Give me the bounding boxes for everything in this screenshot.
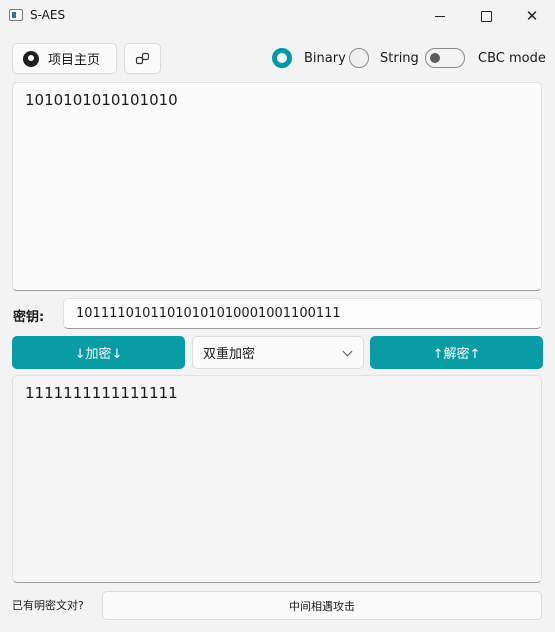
encrypt-button[interactable]: ↓加密↓ — [12, 336, 185, 369]
maximize-button[interactable] — [463, 0, 509, 32]
title-bar: S-AES ✕ — [0, 0, 555, 32]
cbc-mode-toggle[interactable] — [425, 48, 465, 68]
project-home-button[interactable]: 项目主页 — [12, 43, 117, 74]
chevron-down-icon — [342, 346, 353, 357]
app-icon — [9, 9, 23, 21]
binary-radio-label: Binary — [304, 51, 346, 66]
binary-radio[interactable] — [272, 48, 292, 68]
close-icon: ✕ — [525, 6, 539, 25]
string-radio[interactable] — [349, 48, 369, 68]
plaintext-input[interactable]: 1010101010101010 — [12, 82, 542, 291]
encryption-mode-value: 双重加密 — [203, 347, 256, 362]
cbc-mode-label: CBC mode — [478, 51, 546, 66]
ciphertext-output[interactable]: 1111111111111111 — [12, 375, 542, 583]
decrypt-button[interactable]: ↑解密↑ — [370, 336, 543, 369]
maximize-icon — [480, 10, 492, 22]
key-label: 密钥: — [13, 310, 45, 325]
minimize-icon — [435, 15, 445, 17]
window-title: S-AES — [30, 8, 66, 22]
string-radio-label: String — [380, 51, 419, 66]
link-button[interactable] — [124, 43, 161, 74]
known-pair-label: 已有明密文对? — [12, 599, 84, 612]
key-input[interactable] — [63, 298, 542, 329]
close-button[interactable]: ✕ — [509, 0, 555, 32]
project-home-label: 项目主页 — [48, 53, 101, 68]
minimize-button[interactable] — [417, 0, 463, 32]
github-icon — [23, 50, 39, 67]
link-icon — [135, 52, 149, 64]
encryption-mode-select[interactable]: 双重加密 — [192, 336, 364, 369]
meet-in-the-middle-attack-button[interactable]: 中间相遇攻击 — [102, 591, 542, 620]
